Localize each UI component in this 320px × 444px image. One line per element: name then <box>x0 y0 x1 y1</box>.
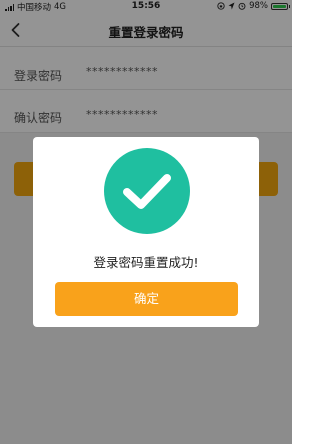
confirm-button[interactable]: 确定 <box>55 282 238 316</box>
success-message: 登录密码重置成功! <box>93 255 199 270</box>
check-circle-icon <box>104 148 190 234</box>
success-dialog: 登录密码重置成功! 确定 <box>33 137 259 327</box>
reset-password-screen: 中国移动 4G 15:56 98% 重置登录密码 登录密码 **********… <box>0 0 292 444</box>
